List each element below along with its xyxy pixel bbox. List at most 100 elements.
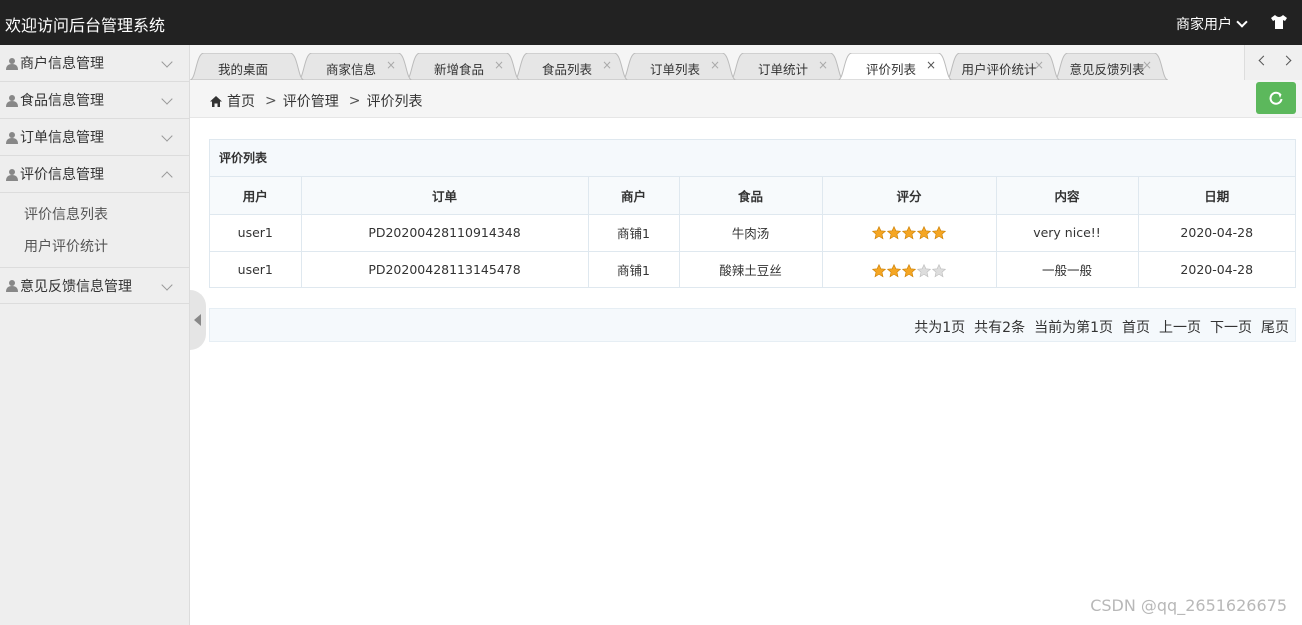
pager-next-link[interactable]: 下一页 bbox=[1210, 317, 1252, 337]
tab-0[interactable]: 我的桌面 bbox=[190, 53, 304, 80]
star-filled-icon bbox=[917, 226, 931, 240]
star-filled-icon bbox=[887, 226, 901, 240]
tab-nav bbox=[1244, 45, 1302, 80]
column-header-food: 食品 bbox=[679, 177, 823, 215]
close-icon[interactable]: × bbox=[1034, 58, 1044, 72]
tab-2[interactable]: 新增食品 × bbox=[406, 53, 520, 80]
star-filled-icon bbox=[872, 263, 886, 277]
breadcrumb-separator: > bbox=[348, 93, 361, 109]
tab-7[interactable]: 用户评价统计 × bbox=[946, 53, 1060, 80]
cell-order: PD20200428113145478 bbox=[301, 251, 589, 288]
star-filled-icon bbox=[887, 263, 901, 277]
user-menu[interactable]: 商家用户 bbox=[1176, 14, 1248, 34]
sidebar-item-review[interactable]: 评价信息管理 bbox=[0, 156, 189, 193]
breadcrumb-separator: > bbox=[265, 93, 277, 109]
cell-order: PD20200428110914348 bbox=[301, 214, 589, 252]
chevron-up-icon bbox=[161, 171, 173, 183]
table-header-row: 用户 订单 商户 食品 评分 内容 日期 bbox=[210, 177, 1295, 215]
pager-last-link[interactable]: 尾页 bbox=[1261, 317, 1289, 337]
chevron-down-icon bbox=[161, 56, 173, 68]
chevron-down-icon bbox=[161, 279, 173, 291]
chevron-down-icon bbox=[161, 93, 173, 105]
user-label: 商家用户 bbox=[1176, 17, 1232, 33]
close-icon[interactable]: × bbox=[818, 58, 828, 72]
tab-8[interactable]: 意见反馈列表 × bbox=[1054, 53, 1168, 80]
sidebar-item-food[interactable]: 食品信息管理 bbox=[0, 82, 189, 119]
tab-3[interactable]: 食品列表 × bbox=[514, 53, 628, 80]
tab-1[interactable]: 商家信息 × bbox=[298, 53, 412, 80]
cell-food: 酸辣土豆丝 bbox=[679, 251, 823, 288]
star-filled-icon bbox=[902, 263, 916, 277]
breadcrumb-level2: 评价列表 bbox=[366, 94, 423, 110]
tshirt-icon[interactable] bbox=[1270, 14, 1288, 30]
breadcrumb-home[interactable]: 首页 bbox=[227, 91, 255, 111]
chevron-left-icon[interactable] bbox=[1257, 55, 1267, 65]
star-empty-icon bbox=[917, 263, 931, 277]
close-icon[interactable]: × bbox=[1142, 58, 1152, 72]
cell-rating bbox=[822, 251, 997, 288]
refresh-icon bbox=[1269, 91, 1283, 105]
top-header: 欢迎访问后台管理系统 商家用户 bbox=[0, 0, 1302, 45]
breadcrumb-bar: 首页 > 评价管理 > 评价列表 bbox=[190, 80, 1302, 118]
refresh-button[interactable] bbox=[1256, 82, 1296, 114]
sidebar: 商户信息管理 食品信息管理 订单信息管理 评价信息管理 评价信息列表 用户评价统… bbox=[0, 45, 190, 625]
tab-4[interactable]: 订单列表 × bbox=[622, 53, 736, 80]
tab-5[interactable]: 订单统计 × bbox=[730, 53, 844, 80]
pager-current-page: 当前为第1页 bbox=[1034, 320, 1113, 336]
cell-rating bbox=[822, 214, 997, 252]
chevron-down-icon bbox=[1236, 16, 1248, 28]
submenu-item-review-stats[interactable]: 用户评价统计 bbox=[0, 231, 189, 263]
cell-user: user1 bbox=[210, 251, 302, 288]
star-filled-icon bbox=[932, 226, 946, 240]
sidebar-collapse-handle[interactable] bbox=[190, 290, 206, 350]
pager-total-pages: 共为1页 bbox=[914, 320, 966, 336]
close-icon[interactable]: × bbox=[710, 58, 720, 72]
watermark: CSDN @qq_2651626675 bbox=[1090, 596, 1287, 615]
user-icon bbox=[6, 94, 18, 107]
cell-date: 2020-04-28 bbox=[1180, 262, 1254, 278]
user-icon bbox=[6, 57, 18, 70]
column-header-date: 日期 bbox=[1138, 177, 1295, 215]
review-list-panel: 评价列表 用户 订单 商户 食品 评分 内容 日期 user1 PD202004… bbox=[209, 139, 1296, 288]
user-icon bbox=[6, 168, 18, 181]
sidebar-item-merchant[interactable]: 商户信息管理 bbox=[0, 45, 189, 82]
chevron-right-icon[interactable] bbox=[1283, 55, 1293, 65]
column-header-content: 内容 bbox=[996, 177, 1139, 215]
review-submenu: 评价信息列表 用户评价统计 bbox=[0, 193, 189, 267]
sidebar-item-feedback[interactable]: 意见反馈信息管理 bbox=[0, 267, 189, 304]
sidebar-item-order[interactable]: 订单信息管理 bbox=[0, 119, 189, 156]
sidebar-item-label: 商户信息管理 bbox=[20, 56, 104, 72]
close-icon[interactable]: × bbox=[386, 58, 396, 72]
sidebar-item-label: 意见反馈信息管理 bbox=[20, 278, 132, 295]
column-header-user: 用户 bbox=[210, 177, 302, 215]
home-icon bbox=[210, 95, 222, 107]
cell-merchant: 商铺1 bbox=[588, 214, 680, 252]
pager-total-items: 共有2条 bbox=[974, 320, 1026, 336]
tab-6[interactable]: 评价列表 × bbox=[838, 53, 952, 80]
pager-prev-link[interactable]: 上一页 bbox=[1159, 317, 1201, 337]
breadcrumb: 首页 > 评价管理 > 评价列表 bbox=[210, 91, 422, 111]
column-header-order: 订单 bbox=[301, 177, 589, 215]
star-rating bbox=[872, 226, 946, 240]
chevron-down-icon bbox=[161, 130, 173, 142]
star-rating bbox=[872, 263, 946, 278]
close-icon[interactable]: × bbox=[494, 58, 504, 72]
user-icon bbox=[6, 280, 18, 292]
cell-merchant: 商铺1 bbox=[588, 251, 680, 288]
submenu-item-review-list[interactable]: 评价信息列表 bbox=[0, 199, 189, 231]
cell-food: 牛肉汤 bbox=[679, 214, 823, 252]
cell-date: 2020-04-28 bbox=[1138, 214, 1295, 252]
review-table: 用户 订单 商户 食品 评分 内容 日期 user1 PD20200428110… bbox=[210, 177, 1295, 288]
close-icon[interactable]: × bbox=[926, 58, 936, 72]
pager-first-link[interactable]: 首页 bbox=[1122, 317, 1150, 337]
star-filled-icon bbox=[902, 226, 916, 240]
breadcrumb-level1[interactable]: 评价管理 bbox=[283, 91, 339, 111]
panel-title: 评价列表 bbox=[210, 140, 1295, 177]
user-icon bbox=[6, 131, 18, 144]
sidebar-item-label: 订单信息管理 bbox=[20, 130, 104, 146]
tab-label: 我的桌面 bbox=[217, 62, 268, 77]
close-icon[interactable]: × bbox=[602, 58, 612, 72]
tab-bar: 我的桌面 商家信息 × 新增食品 × 食品列表 × 订单列表 × 订单统计 × 评价列表 × 用户评价统计… bbox=[190, 45, 1302, 80]
table-row: user1 PD20200428113145478 商铺1 酸辣土豆丝 一般一般… bbox=[210, 251, 1295, 288]
cell-user: user1 bbox=[210, 214, 302, 252]
